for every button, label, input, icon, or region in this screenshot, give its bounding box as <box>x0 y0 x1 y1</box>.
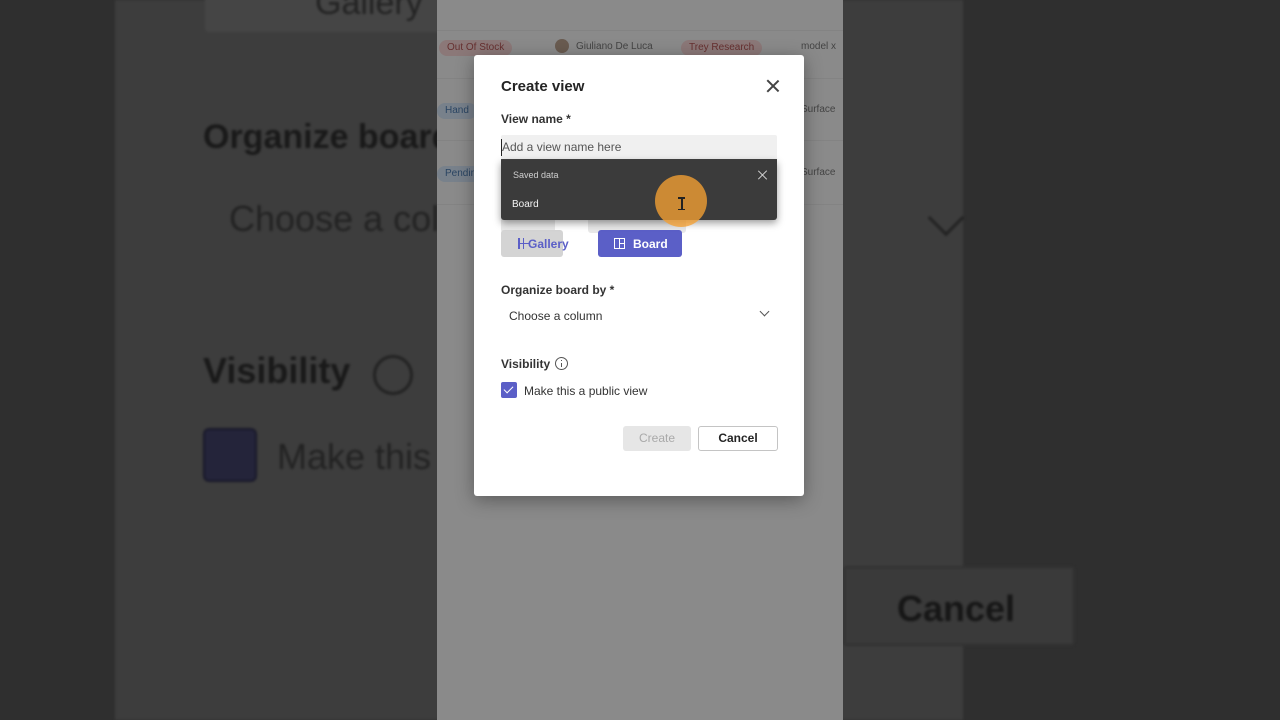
visibility-label: Visibility <box>501 357 551 371</box>
info-icon[interactable] <box>555 357 568 370</box>
dialog-title: Create view <box>501 78 585 95</box>
dropdown-value: Choose a column <box>509 309 603 323</box>
organize-column-dropdown[interactable]: Choose a column <box>501 304 777 328</box>
board-layout-icon <box>614 238 625 249</box>
right-zoom-backdrop: Cancel <box>843 0 1280 720</box>
gallery-grid-icon <box>518 238 529 249</box>
text-cursor-icon <box>678 197 684 210</box>
gallery-layout-button[interactable]: Gallery <box>501 230 569 257</box>
view-name-label: View name * <box>501 112 571 126</box>
close-icon[interactable] <box>757 169 769 181</box>
chevron-down-icon <box>759 306 770 317</box>
cancel-button[interactable]: Cancel <box>698 426 778 451</box>
public-view-label: Make this a public view <box>524 384 648 398</box>
close-icon[interactable] <box>764 77 782 95</box>
autocomplete-header: Saved data <box>513 170 559 180</box>
board-layout-button[interactable]: Board <box>598 230 682 257</box>
public-view-checkbox[interactable] <box>501 382 517 398</box>
view-name-input[interactable] <box>501 135 777 161</box>
organize-board-label: Organize board by * <box>501 283 615 297</box>
app-viewport: Out Of Stock Giuliano De Luca Trey Resea… <box>437 0 843 720</box>
create-button[interactable]: Create <box>623 426 691 451</box>
autocomplete-item-board[interactable]: Board <box>512 199 539 210</box>
create-view-dialog: Create view View name * Saved data Board… <box>474 55 804 496</box>
text-caret <box>501 139 502 156</box>
left-zoom-backdrop: Gallery Organize board by * Choose a col… <box>0 0 437 720</box>
autocomplete-dropdown: Saved data Board <box>501 160 777 220</box>
